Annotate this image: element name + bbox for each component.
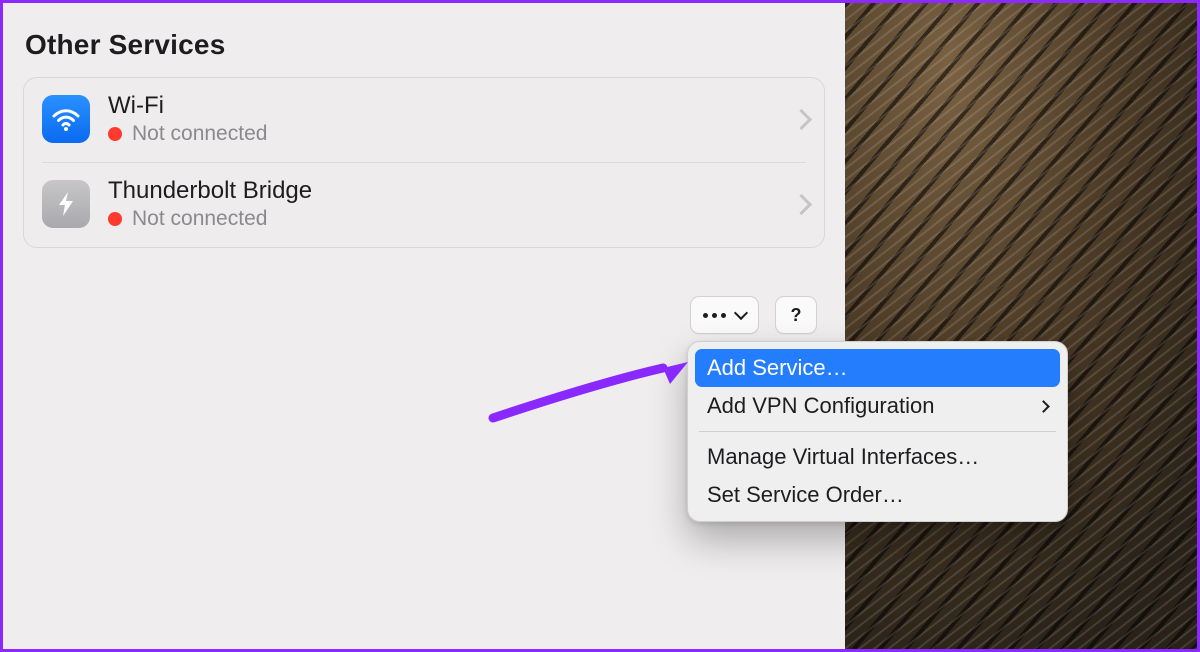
status-dot-icon [108,127,122,141]
menu-item-add-service[interactable]: Add Service… [695,349,1060,387]
menu-item-set-order[interactable]: Set Service Order… [695,476,1060,514]
section-title: Other Services [25,29,825,61]
service-status: Not connected [108,122,776,146]
more-actions-button[interactable] [690,296,759,334]
service-name: Thunderbolt Bridge [108,177,776,205]
thunderbolt-icon [42,180,90,228]
chevron-right-icon [794,108,806,130]
menu-item-label: Manage Virtual Interfaces… [707,444,979,470]
menu-item-add-vpn[interactable]: Add VPN Configuration [695,387,1060,425]
wifi-icon [42,95,90,143]
desktop-wallpaper [845,3,1197,649]
service-info: Thunderbolt Bridge Not connected [108,177,776,231]
help-button[interactable]: ? [775,296,817,334]
service-status: Not connected [108,207,776,231]
service-name: Wi-Fi [108,92,776,120]
service-row-thunderbolt[interactable]: Thunderbolt Bridge Not connected [42,163,806,247]
more-actions-menu: Add Service… Add VPN Configuration Manag… [687,341,1068,522]
chevron-down-icon [734,306,748,320]
chevron-right-icon [1037,400,1050,413]
status-text: Not connected [132,207,267,231]
other-services-list: Wi-Fi Not connected Thunderbolt Bridge [23,77,825,248]
service-row-wifi[interactable]: Wi-Fi Not connected [42,78,806,163]
ellipsis-icon [703,313,726,318]
menu-item-manage-virtual[interactable]: Manage Virtual Interfaces… [695,438,1060,476]
chevron-right-icon [794,193,806,215]
panel-actions: ? [23,296,825,334]
status-text: Not connected [132,122,267,146]
menu-separator [699,431,1056,432]
service-info: Wi-Fi Not connected [108,92,776,146]
network-settings-panel: Other Services Wi-Fi Not connected [3,3,845,649]
status-dot-icon [108,212,122,226]
screenshot-frame: Other Services Wi-Fi Not connected [0,0,1200,652]
menu-item-label: Set Service Order… [707,482,904,508]
menu-item-label: Add VPN Configuration [707,393,934,419]
menu-item-label: Add Service… [707,355,848,381]
